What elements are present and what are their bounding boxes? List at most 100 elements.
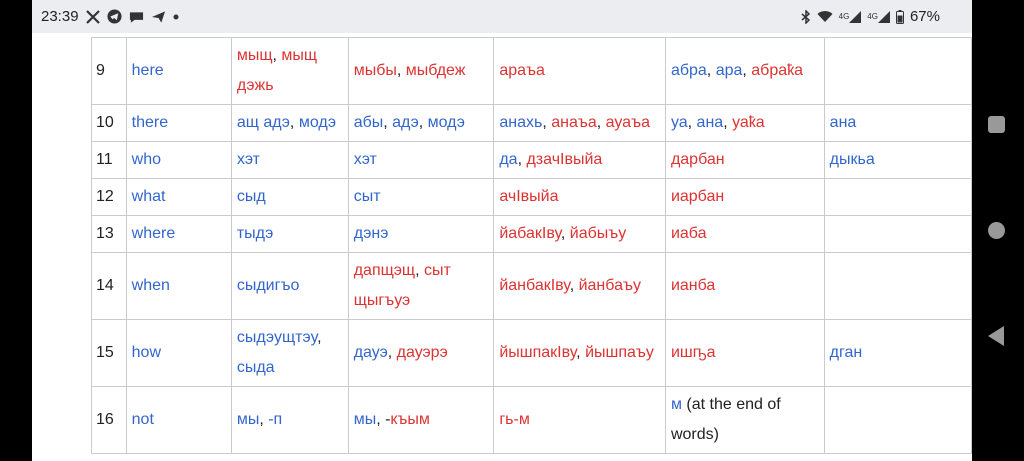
word-link[interactable]: хэт bbox=[354, 151, 377, 168]
battery-icon bbox=[895, 9, 904, 24]
word-link[interactable]: сыда bbox=[237, 359, 275, 376]
separator-text: , bbox=[418, 114, 428, 131]
network-type-1: 4G bbox=[838, 12, 850, 21]
separator-text: , bbox=[596, 114, 606, 131]
word-link[interactable]: дарбан bbox=[671, 151, 725, 168]
word-link[interactable]: анаъа bbox=[551, 114, 597, 131]
english-word-link[interactable]: who bbox=[125, 141, 232, 179]
word-link[interactable]: дган bbox=[830, 344, 863, 361]
word-link[interactable]: ащ адэ bbox=[237, 114, 290, 131]
row-number: 10 bbox=[91, 104, 127, 142]
x-app-icon bbox=[85, 9, 100, 24]
english-word-link[interactable]: when bbox=[125, 252, 232, 320]
word-link[interactable]: абра bbox=[671, 62, 707, 79]
translation-cell: сыт bbox=[347, 178, 495, 216]
word-link[interactable]: дзачӀвыйа bbox=[526, 151, 602, 168]
word-link[interactable]: абраҟа bbox=[751, 62, 803, 79]
english-word-link[interactable]: what bbox=[125, 178, 232, 216]
navigation-bar bbox=[972, 0, 1024, 461]
home-icon[interactable] bbox=[988, 222, 1005, 239]
separator-text: , bbox=[569, 277, 579, 294]
translation-cell: ачӀвыйа bbox=[493, 178, 666, 216]
word-link[interactable]: дэнэ bbox=[354, 225, 389, 242]
word-link[interactable]: сыдэущтэу bbox=[237, 329, 317, 346]
word-link[interactable]: анахь bbox=[499, 114, 542, 131]
word-link[interactable]: модэ bbox=[428, 114, 465, 131]
word-link[interactable]: мыбдеж bbox=[406, 62, 466, 79]
word-link[interactable]: къым bbox=[390, 411, 430, 428]
word-link[interactable]: сыдигъо bbox=[237, 277, 300, 294]
translation-cell bbox=[823, 252, 972, 320]
row-number: 9 bbox=[91, 37, 127, 105]
english-word-link[interactable]: where bbox=[125, 215, 232, 253]
recent-apps-icon[interactable] bbox=[988, 116, 1005, 133]
word-link[interactable]: сыт bbox=[354, 188, 381, 205]
word-link[interactable]: модэ bbox=[299, 114, 336, 131]
telegram-icon bbox=[107, 9, 122, 24]
translation-cell: мы, -п bbox=[230, 386, 349, 454]
word-link[interactable]: араъа bbox=[499, 62, 545, 79]
table-row: 15 how сыдэущтэу, сыда дауэ, дауэрэ йышпакӀв… bbox=[91, 319, 972, 387]
word-link[interactable]: иарбан bbox=[671, 188, 724, 205]
translation-cell: да, дзачӀвыйа bbox=[493, 141, 666, 179]
table-row: 9 here мыщ, мыщ дэжь мыбы, мыбдеж араъа абра,… bbox=[91, 37, 972, 105]
translation-cell: мыбы, мыбдеж bbox=[347, 37, 495, 105]
word-link[interactable]: ачӀвыйа bbox=[499, 188, 558, 205]
word-link[interactable]: дауэ bbox=[354, 344, 388, 361]
english-word-link[interactable]: how bbox=[125, 319, 232, 387]
word-link[interactable]: да bbox=[499, 151, 517, 168]
english-word-link[interactable]: not bbox=[125, 386, 232, 454]
word-link[interactable]: ауаъа bbox=[606, 114, 650, 131]
english-word-link[interactable]: there bbox=[125, 104, 232, 142]
word-link[interactable]: уаҟа bbox=[732, 114, 765, 131]
translation-cell: дэнэ bbox=[347, 215, 495, 253]
word-link[interactable]: абы bbox=[354, 114, 384, 131]
word-link[interactable]: ишҧа bbox=[671, 344, 716, 361]
translation-cell bbox=[823, 37, 972, 105]
word-link[interactable]: дыкьа bbox=[830, 151, 875, 168]
word-link[interactable]: йанбаъу bbox=[579, 277, 641, 294]
table-row: 14 when сыдигъо дапщэщ, сыт щыгъуэ йанбакӀву… bbox=[91, 252, 972, 320]
word-link[interactable]: мыщ bbox=[237, 47, 273, 64]
word-link[interactable]: дапщэщ bbox=[354, 262, 415, 279]
network-type-2: 4G bbox=[867, 12, 878, 21]
word-link[interactable]: гь-м bbox=[499, 411, 530, 428]
word-link[interactable]: ианба bbox=[671, 277, 715, 294]
phone-screen: 23:39 4G 4G 67% 9 here мыщ, мыщ дэжь мыб… bbox=[32, 0, 972, 461]
word-link[interactable]: адэ bbox=[392, 114, 419, 131]
word-link[interactable]: дауэрэ bbox=[397, 344, 448, 361]
word-link[interactable]: сыд bbox=[237, 188, 266, 205]
word-link[interactable]: йанбакӀву bbox=[499, 277, 569, 294]
row-number: 11 bbox=[91, 141, 127, 179]
word-link[interactable]: иаба bbox=[671, 225, 707, 242]
word-link[interactable]: м bbox=[671, 396, 682, 413]
word-link[interactable]: йышпакӀву bbox=[499, 344, 576, 361]
word-link[interactable]: йабыъу bbox=[570, 225, 627, 242]
translation-cell: ащ адэ, модэ bbox=[230, 104, 349, 142]
word-link[interactable]: -п bbox=[268, 411, 282, 428]
row-number: 16 bbox=[91, 386, 127, 454]
word-link[interactable]: уа bbox=[671, 114, 688, 131]
translation-cell: анахь, анаъа, ауаъа bbox=[493, 104, 666, 142]
translation-cell bbox=[823, 386, 972, 454]
send-icon bbox=[151, 10, 166, 24]
status-time: 23:39 bbox=[41, 8, 79, 25]
word-link[interactable]: ана bbox=[697, 114, 724, 131]
word-link[interactable]: мыбы bbox=[354, 62, 397, 79]
wifi-icon bbox=[817, 10, 833, 23]
translation-cell: ана bbox=[823, 104, 972, 142]
translation-cell: ишҧа bbox=[664, 319, 825, 387]
english-word-link[interactable]: here bbox=[125, 37, 232, 105]
back-icon[interactable] bbox=[988, 326, 1004, 346]
translation-cell: йабакӀву, йабыъу bbox=[493, 215, 666, 253]
word-link[interactable]: тыдэ bbox=[237, 225, 274, 242]
bluetooth-icon bbox=[801, 9, 811, 24]
translation-cell: тыдэ bbox=[230, 215, 349, 253]
word-link[interactable]: мы bbox=[237, 411, 260, 428]
word-link[interactable]: ара bbox=[716, 62, 743, 79]
word-link[interactable]: хэт bbox=[237, 151, 260, 168]
word-link[interactable]: йышпаъу bbox=[585, 344, 654, 361]
word-link[interactable]: йабакӀву bbox=[499, 225, 561, 242]
word-link[interactable]: мы bbox=[354, 411, 377, 428]
word-link[interactable]: ана bbox=[830, 114, 857, 131]
